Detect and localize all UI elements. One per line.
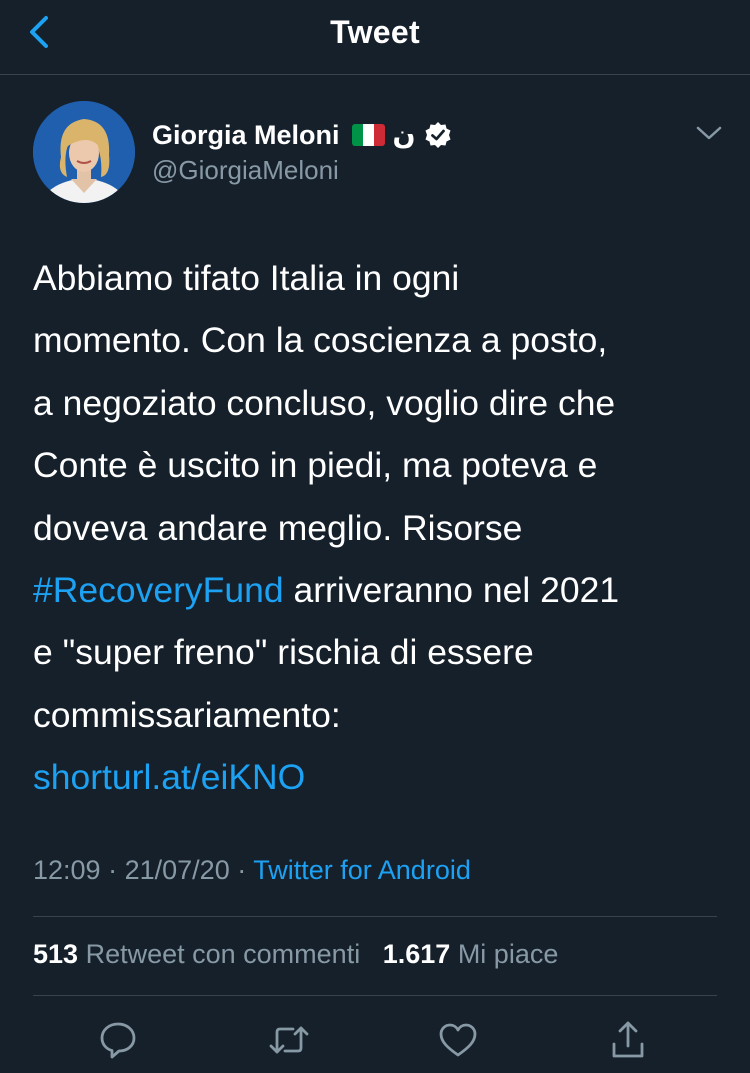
likes-label: Mi piace bbox=[457, 939, 559, 969]
meta-separator: · bbox=[237, 855, 247, 885]
top-bar: Tweet bbox=[0, 0, 750, 75]
hashtag-link[interactable]: #RecoveryFund bbox=[33, 570, 284, 610]
italian-flag-icon bbox=[351, 124, 385, 146]
author-display-name[interactable]: Giorgia Meloni bbox=[152, 120, 340, 151]
action-bar bbox=[0, 1018, 750, 1064]
tweet-stats: 513 Retweet con commenti 1.617 Mi piace bbox=[33, 939, 558, 970]
tweet-date: 21/07/20 bbox=[124, 855, 230, 885]
retweets-label: Retweet con commenti bbox=[85, 939, 361, 969]
avatar-image bbox=[33, 101, 135, 203]
share-icon[interactable] bbox=[606, 1018, 650, 1062]
tweet-line-with-hashtag: #RecoveryFund arriveranno nel 2021 bbox=[33, 559, 733, 621]
retweet-icon[interactable] bbox=[267, 1018, 311, 1062]
author-name-suffix: ن bbox=[392, 119, 416, 150]
tweet-line: a negoziato concluso, voglio dire che bbox=[33, 382, 616, 423]
tweet-line: Abbiamo tifato Italia in ogni bbox=[33, 258, 460, 298]
author-name-row[interactable]: Giorgia Meloni ن bbox=[152, 116, 452, 154]
retweets-count: 513 bbox=[33, 939, 79, 969]
like-icon[interactable] bbox=[436, 1018, 480, 1062]
likes-stat[interactable]: 1.617 Mi piace bbox=[383, 939, 559, 969]
tweet-text: Abbiamo tifato Italia in ogni momento. C… bbox=[33, 247, 733, 809]
tweet-line-text: arriveranno nel 2021 bbox=[293, 570, 620, 611]
tweet-line: doveva andare meglio. Risorse bbox=[33, 507, 523, 548]
verified-badge-icon bbox=[425, 122, 451, 148]
meta-separator: · bbox=[108, 855, 118, 885]
tweet-meta: 12:09 · 21/07/20 · Twitter for Android bbox=[33, 855, 471, 886]
divider bbox=[33, 916, 717, 917]
divider bbox=[33, 995, 717, 996]
chevron-down-icon[interactable] bbox=[694, 122, 724, 144]
likes-count: 1.617 bbox=[382, 939, 451, 969]
tweet-line: commissariamento: bbox=[33, 694, 341, 735]
page-title: Tweet bbox=[330, 14, 420, 50]
tweet-line: e "super freno" rischia di essere bbox=[33, 632, 534, 673]
tweet-time: 12:09 bbox=[33, 855, 101, 885]
tweet-url-link[interactable]: shorturl.at/eiKNO bbox=[33, 746, 733, 808]
author-handle[interactable]: @GiorgiaMeloni bbox=[152, 155, 339, 186]
retweets-stat[interactable]: 513 Retweet con commenti bbox=[33, 939, 360, 969]
tweet-source-link[interactable]: Twitter for Android bbox=[253, 855, 471, 885]
tweet-line: momento. Con la coscienza a posto, bbox=[33, 320, 608, 361]
reply-icon[interactable] bbox=[96, 1018, 140, 1062]
tweet-line: Conte è uscito in piedi, ma poteva e bbox=[33, 445, 598, 486]
avatar[interactable] bbox=[33, 101, 135, 203]
